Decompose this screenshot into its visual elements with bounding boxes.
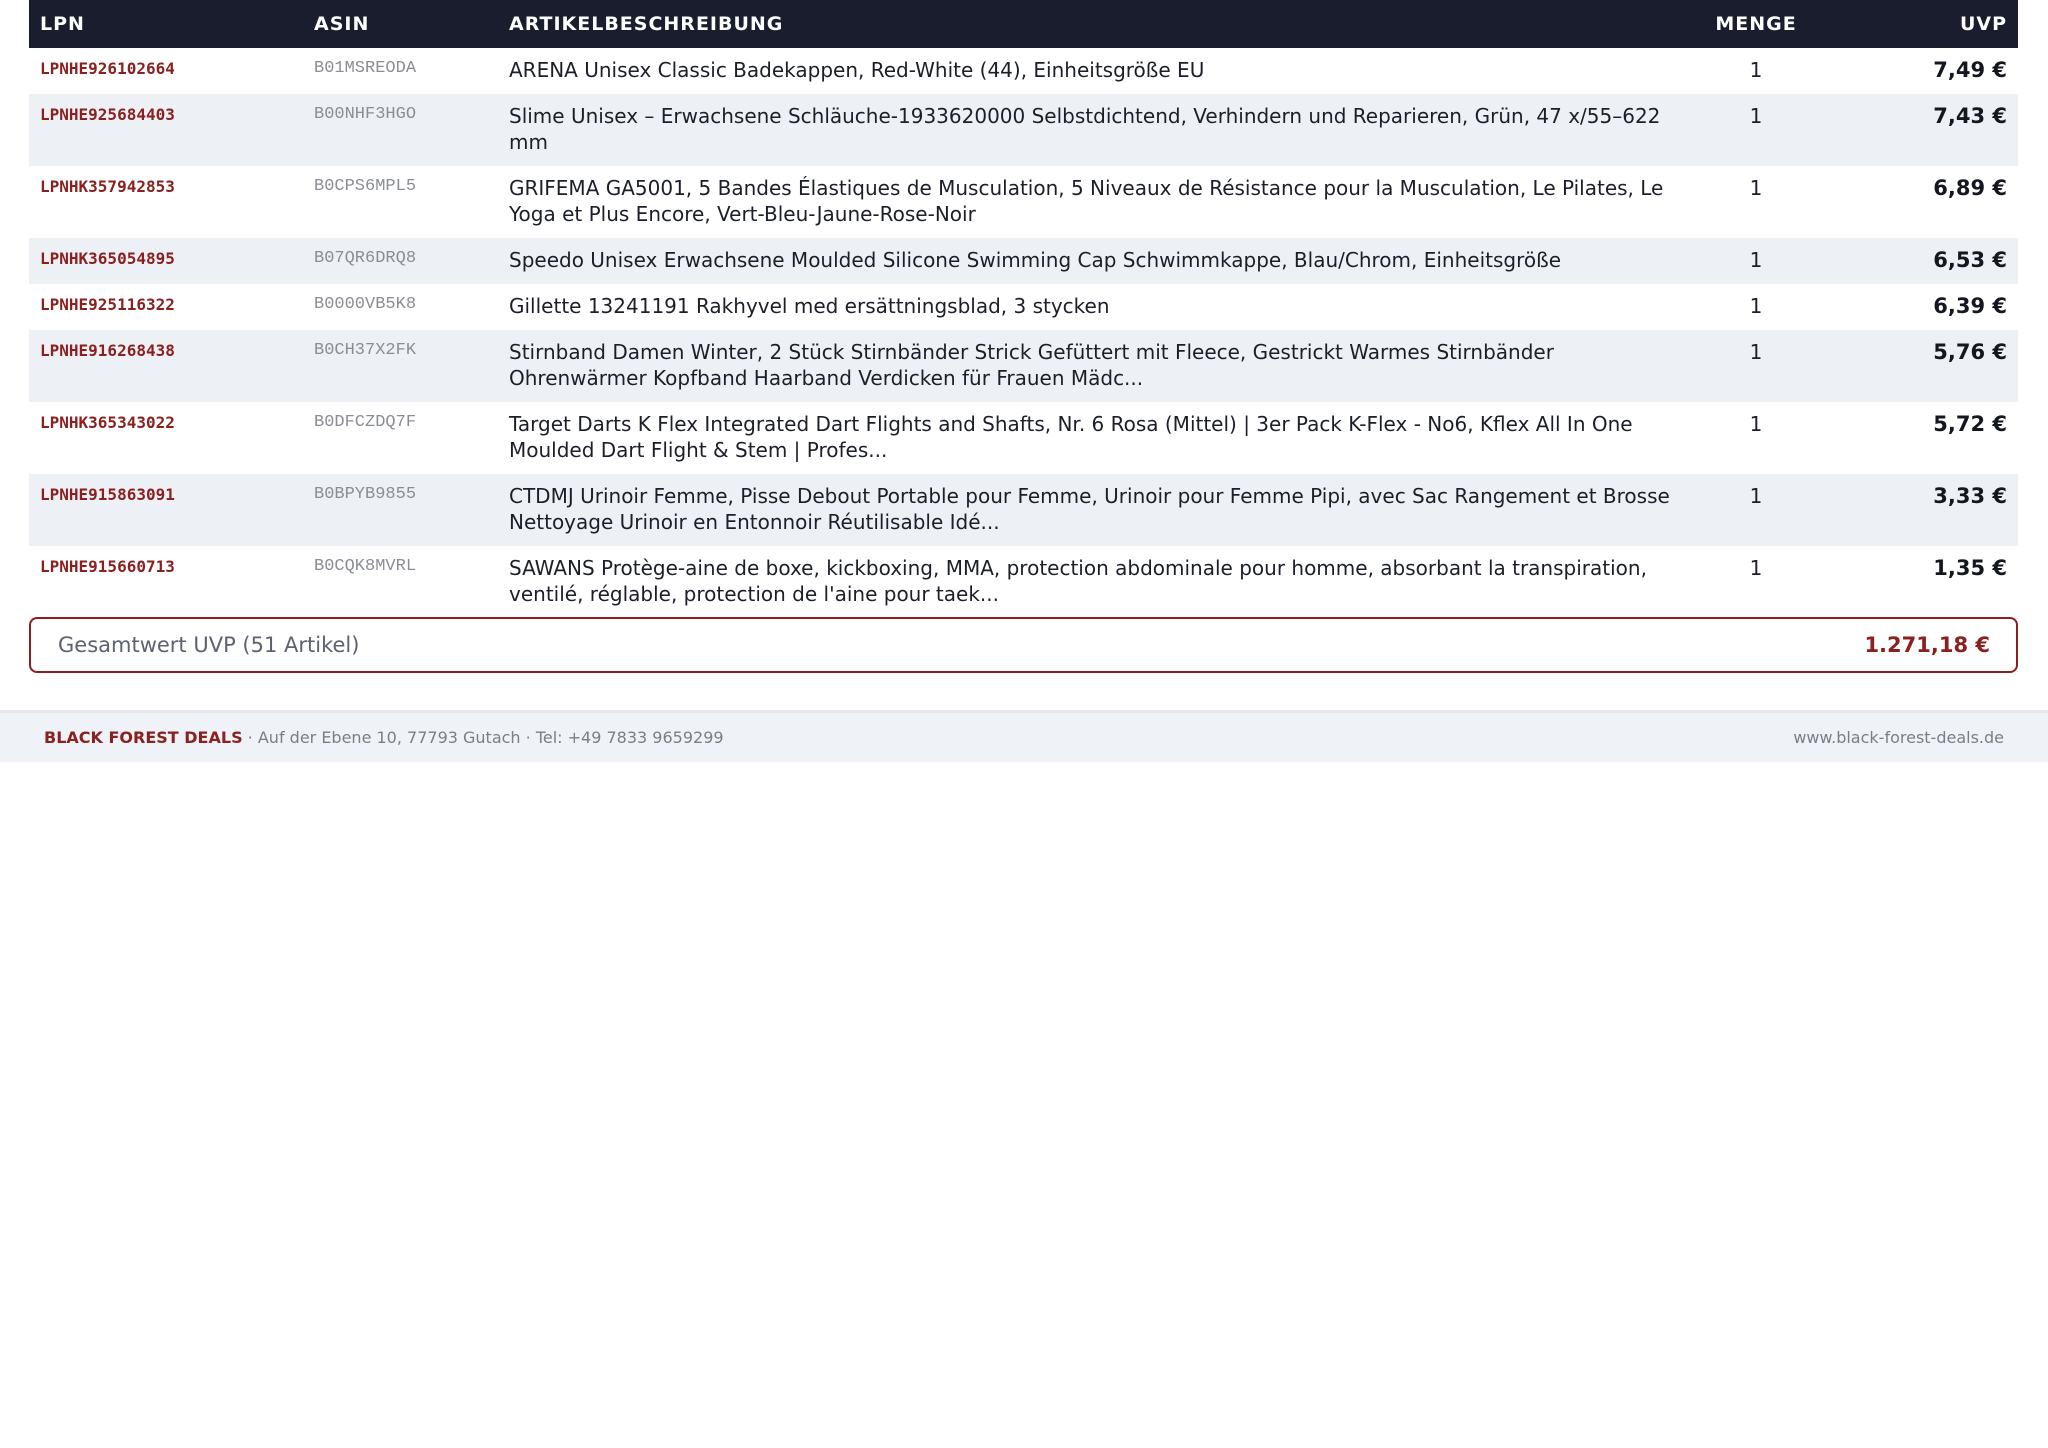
total-value: 1.271,18 € — [1864, 633, 1990, 657]
price-cell: 6,89 € — [1933, 176, 2007, 200]
lpn-cell: LPNHE915863091 — [29, 474, 303, 546]
item-table-container: LPN ASIN ARTIKELBESCHREIBUNG MENGE UVP L… — [29, 0, 2018, 619]
table-row: LPNHE916268438 B0CH37X2FK Stirnband Dame… — [29, 330, 2018, 402]
table-row: LPNHK365054895 B07QR6DRQ8 Speedo Unisex … — [29, 238, 2018, 284]
lpn-cell: LPNHK365054895 — [29, 238, 303, 284]
footer-website: www.black-forest-deals.de — [1793, 728, 2004, 747]
table-row: LPNHE915863091 B0BPYB9855 CTDMJ Urinoir … — [29, 474, 2018, 546]
table-row: LPNHE926102664 B01MSREODA ARENA Unisex C… — [29, 48, 2018, 94]
total-summary-box: Gesamtwert UVP (51 Artikel) 1.271,18 € — [29, 617, 2018, 673]
price-cell: 7,43 € — [1831, 94, 2018, 166]
price-cell: 6,39 € — [1933, 294, 2007, 318]
column-header-price: UVP — [1831, 0, 2018, 48]
asin-cell: B0BPYB9855 — [303, 474, 498, 546]
price-cell: 3,33 € — [1831, 474, 2018, 546]
price-cell: 7,49 € — [1933, 58, 2007, 82]
table-row: LPNHK357942853 B0CPS6MPL5 GRIFEMA GA5001… — [29, 166, 2018, 238]
lpn-cell: LPNHE925684403 — [29, 94, 303, 166]
quantity-cell: 1 — [1681, 238, 1831, 284]
quantity-cell: 1 — [1749, 294, 1763, 318]
footer-address: · Auf der Ebene 10, 77793 Gutach · Tel: … — [242, 728, 724, 747]
asin-cell: B00NHF3HGO — [303, 94, 498, 166]
asin-cell: B07QR6DRQ8 — [303, 238, 498, 284]
asin-cell: B0CH37X2FK — [303, 330, 498, 402]
quantity-cell: 1 — [1681, 546, 1831, 619]
column-header-quantity: MENGE — [1681, 0, 1831, 48]
page-footer: BLACK FOREST DEALS · Auf der Ebene 10, 7… — [0, 710, 2048, 762]
column-header-description: ARTIKELBESCHREIBUNG — [498, 0, 1681, 48]
table-header-row: LPN ASIN ARTIKELBESCHREIBUNG MENGE UVP — [29, 0, 2018, 48]
description-cell: Stirnband Damen Winter, 2 Stück Stirnbän… — [498, 330, 1681, 402]
table-row: LPNHE925116322 B0000VB5K8 Gillette 13241… — [29, 284, 2018, 330]
footer-brand-name: BLACK FOREST DEALS — [44, 728, 243, 747]
quantity-cell: 1 — [1681, 94, 1831, 166]
description-cell: Gillette 13241191 Rakhyvel med ersättnin… — [509, 294, 1110, 318]
table-row: LPNHK365343022 B0DFCZDQ7F Target Darts K… — [29, 402, 2018, 474]
total-label: Gesamtwert UVP (51 Artikel) — [58, 633, 360, 657]
description-cell: Speedo Unisex Erwachsene Moulded Silicon… — [498, 238, 1681, 284]
lpn-cell: LPNHE926102664 — [40, 59, 175, 78]
quantity-cell: 1 — [1681, 474, 1831, 546]
column-header-asin: ASIN — [303, 0, 498, 48]
description-cell: SAWANS Protège-aine de boxe, kickboxing,… — [498, 546, 1681, 619]
quantity-cell: 1 — [1749, 412, 1763, 436]
description-cell: ARENA Unisex Classic Badekappen, Red-Whi… — [509, 58, 1205, 82]
asin-cell: B0CPS6MPL5 — [314, 177, 417, 196]
description-cell: Slime Unisex – Erwachsene Schläuche-1933… — [498, 94, 1681, 166]
lpn-cell: LPNHE915660713 — [29, 546, 303, 619]
price-cell: 5,72 € — [1933, 412, 2007, 436]
table-body: LPNHE926102664 B01MSREODA ARENA Unisex C… — [29, 48, 2018, 619]
footer-company-info: BLACK FOREST DEALS · Auf der Ebene 10, 7… — [44, 728, 724, 747]
price-cell: 6,53 € — [1831, 238, 2018, 284]
quantity-cell: 1 — [1681, 330, 1831, 402]
asin-cell: B0000VB5K8 — [314, 295, 417, 314]
asin-cell: B01MSREODA — [314, 59, 417, 78]
description-cell: CTDMJ Urinoir Femme, Pisse Debout Portab… — [498, 474, 1681, 546]
price-cell: 1,35 € — [1831, 546, 2018, 619]
column-header-lpn: LPN — [29, 0, 303, 48]
quantity-cell: 1 — [1749, 58, 1763, 82]
table-row: LPNHE915660713 B0CQK8MVRL SAWANS Protège… — [29, 546, 2018, 619]
description-cell: Target Darts K Flex Integrated Dart Flig… — [509, 412, 1633, 462]
lpn-cell: LPNHE916268438 — [29, 330, 303, 402]
item-table: LPN ASIN ARTIKELBESCHREIBUNG MENGE UVP L… — [29, 0, 2018, 619]
lpn-cell: LPNHK365343022 — [40, 413, 175, 432]
lpn-cell: LPNHE925116322 — [40, 295, 175, 314]
table-header: LPN ASIN ARTIKELBESCHREIBUNG MENGE UVP — [29, 0, 2018, 48]
description-cell: GRIFEMA GA5001, 5 Bandes Élastiques de M… — [509, 176, 1664, 226]
table-row: LPNHE925684403 B00NHF3HGO Slime Unisex –… — [29, 94, 2018, 166]
lpn-cell: LPNHK357942853 — [40, 177, 175, 196]
asin-cell: B0DFCZDQ7F — [314, 413, 417, 432]
asin-cell: B0CQK8MVRL — [303, 546, 498, 619]
price-cell: 5,76 € — [1831, 330, 2018, 402]
quantity-cell: 1 — [1749, 176, 1763, 200]
